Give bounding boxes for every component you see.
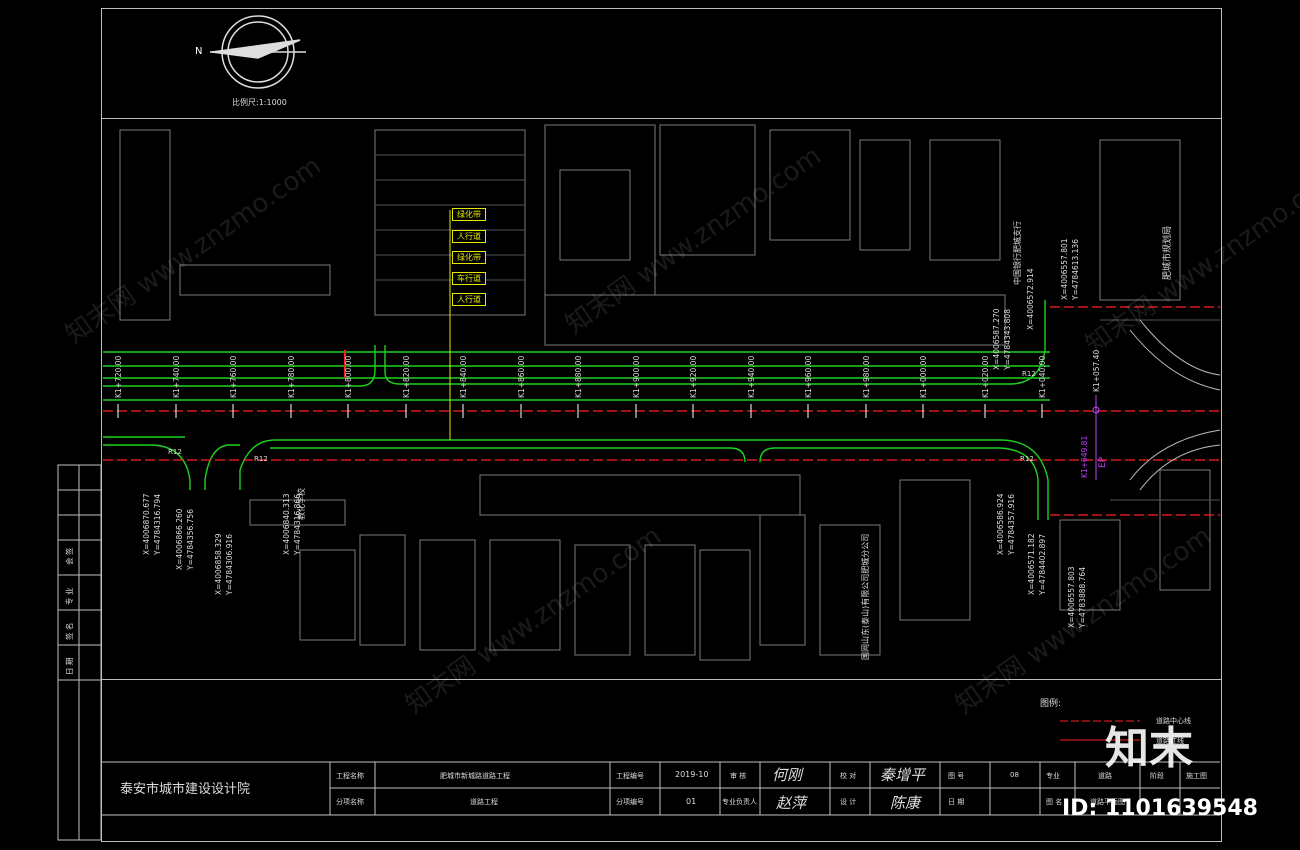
side-strip-label: 日 期 <box>65 657 74 675</box>
coord-label: Y=4784613.136 <box>1071 239 1080 300</box>
section-label-1: 绿化带 <box>452 208 486 221</box>
coord-label: Y=4784356.756 <box>186 509 195 570</box>
project-name: 肥城市新城路道路工程 <box>440 772 510 780</box>
station-label: K1+740.00 <box>172 355 181 398</box>
curve-label: R12 <box>168 448 182 456</box>
coord-label: X=4006586.924 <box>996 493 1005 555</box>
section-label-5: 人行道 <box>452 293 486 306</box>
coord-label: X=4006572.914 <box>1026 268 1035 330</box>
station-label: K1+860.00 <box>517 355 526 398</box>
id-label: ID: 1101639548 <box>1062 796 1258 821</box>
station-label: K1+880.00 <box>574 355 583 398</box>
review-label: 审 核 <box>730 772 747 780</box>
legend-title: 图例: <box>1040 699 1062 709</box>
station-label: K1+920.00 <box>689 355 698 398</box>
side-strip-label: 签 名 <box>65 622 74 640</box>
north-arrow <box>210 15 306 89</box>
coord-label: X=4006870.677 <box>142 493 151 555</box>
curve-label: R12 <box>1022 370 1036 378</box>
institute-name: 泰安市城市建设设计院 <box>120 782 251 797</box>
major-label: 专业 <box>1046 772 1060 780</box>
ep-label: EP <box>1098 456 1108 468</box>
station-label: K1+000.00 <box>919 355 928 398</box>
coord-label: X=4006557.801 <box>1060 238 1069 300</box>
station-label: K1+040.00 <box>1038 355 1047 398</box>
sub-name-label: 分项名称 <box>336 798 364 806</box>
signature-2: 赵萍 <box>776 794 807 812</box>
date-label: 日 期 <box>948 798 965 806</box>
coord-label: X=4006866.260 <box>175 508 184 570</box>
signature-3: 秦增平 <box>880 766 926 784</box>
building-label: 国网山东(泰山)有限公司肥城分公司 <box>861 533 870 660</box>
design-label: 设 计 <box>840 798 857 806</box>
curve-label: R12 <box>254 455 268 463</box>
coord-label: X=4006571.182 <box>1027 533 1036 595</box>
side-roads <box>1129 319 1221 491</box>
building-label: 教化学校 <box>297 488 306 520</box>
drawing-no-label: 图 号 <box>948 772 965 780</box>
proj-no: 2019-10 <box>675 770 709 779</box>
coord-label: Y=4784402.897 <box>1038 534 1047 595</box>
station-label: K1+780.00 <box>287 355 296 398</box>
station-label: K1+800.00 <box>344 355 353 398</box>
drawing-no: 08 <box>1010 771 1019 779</box>
signature-4: 陈康 <box>890 794 921 812</box>
ep-station-label: K1+049.81 <box>1080 435 1089 478</box>
station-label: K1+940.00 <box>747 355 756 398</box>
side-strip-grid <box>57 464 102 841</box>
lead-label: 专业负责人 <box>722 798 757 806</box>
station-label: K1+840.00 <box>459 355 468 398</box>
centerline <box>103 306 1220 516</box>
coord-label: X=4006840.313 <box>282 493 291 555</box>
coord-label: Y=4784343.808 <box>1003 309 1012 370</box>
coord-label: X=4006858.329 <box>214 533 223 595</box>
curve-label: R12 <box>1020 455 1034 463</box>
title-block-grid <box>101 761 1220 816</box>
side-strip-label: 专 业 <box>65 587 74 605</box>
sheet-label: 图 名 <box>1046 798 1063 806</box>
coord-label: Y=4784357.916 <box>1007 494 1016 555</box>
brand-logo: 知末 <box>1105 723 1193 774</box>
section-label-4: 车行道 <box>452 272 486 285</box>
sub-no: 01 <box>686 797 697 806</box>
check-label: 校 对 <box>840 772 857 780</box>
building-label: 中国银行肥城支行 <box>1013 221 1022 285</box>
scale-label: 比例尺:1:1000 <box>232 98 287 107</box>
station-label: K1+720.00 <box>114 355 123 398</box>
coord-label: Y=4784316.794 <box>153 494 162 555</box>
station-label: K1+760.00 <box>229 355 238 398</box>
side-strip-label: 会 签 <box>65 547 74 565</box>
project-name-label: 工程名称 <box>336 772 364 780</box>
station-label: K1+900.00 <box>632 355 641 398</box>
section-label-3: 绿化带 <box>452 251 486 264</box>
station-label: K1+980.00 <box>862 355 871 398</box>
sub-no-label: 分项编号 <box>616 798 644 806</box>
section-label-2: 人行道 <box>452 230 486 243</box>
station-label: K1+020.00 <box>981 355 990 398</box>
proj-no-label: 工程编号 <box>616 772 644 780</box>
station-label: K1+960.00 <box>804 355 813 398</box>
station-label: K1+820.00 <box>402 355 411 398</box>
north-label: N <box>195 46 203 57</box>
coord-label: Y=4784306.916 <box>225 534 234 595</box>
coord-label: X=4006587.270 <box>992 308 1001 370</box>
sub-name: 道路工程 <box>470 798 498 806</box>
signature-1: 何刚 <box>772 766 803 784</box>
